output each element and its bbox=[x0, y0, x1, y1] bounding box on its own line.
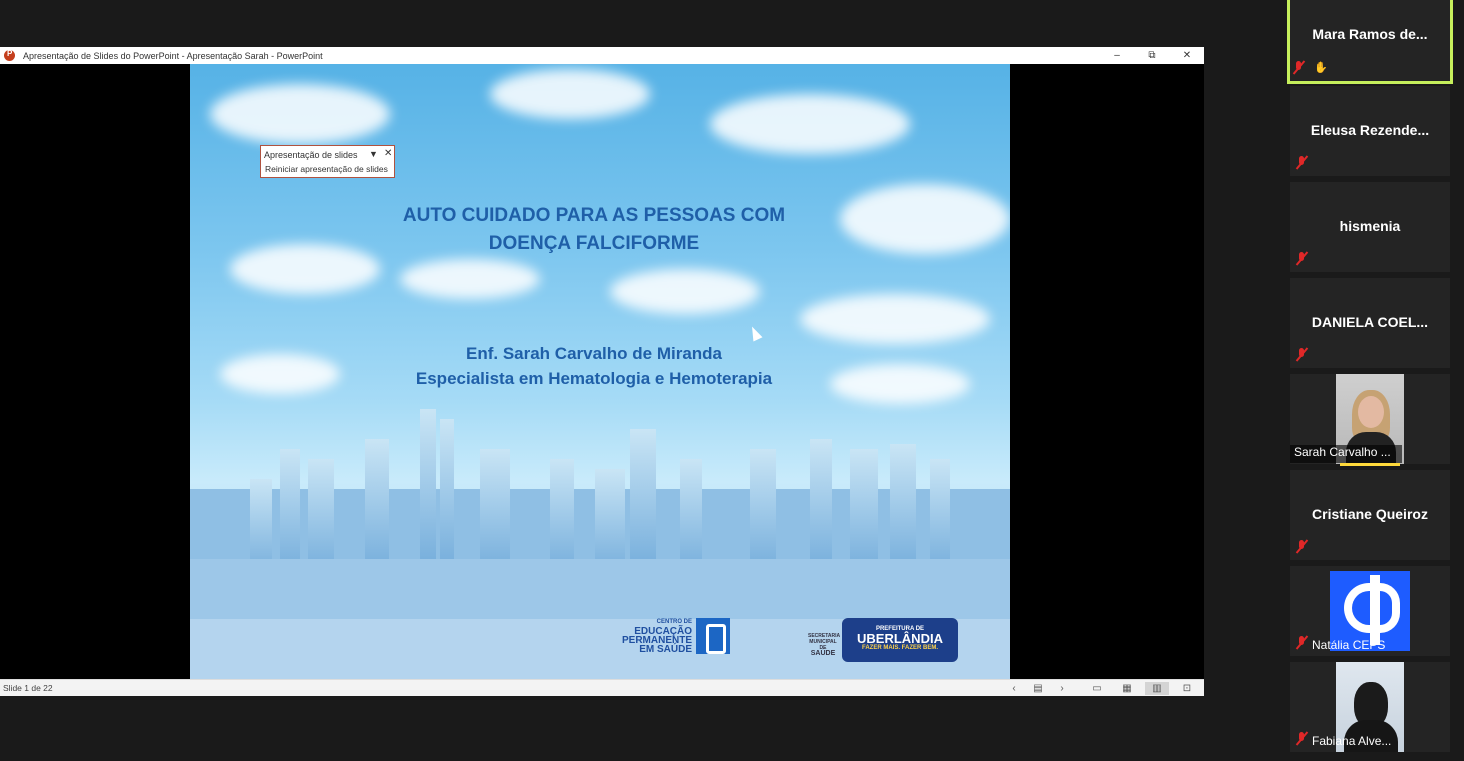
mic-muted-icon bbox=[1295, 540, 1309, 554]
participant-name: Eleusa Rezende... bbox=[1310, 122, 1430, 138]
slideshow-dropdown-value: Apresentação de slides bbox=[264, 150, 358, 160]
mic-muted-icon bbox=[1295, 636, 1309, 650]
participant-name: DANIELA COEL... bbox=[1311, 314, 1429, 330]
speaking-indicator bbox=[1340, 463, 1400, 466]
participant-tile[interactable]: Natália CEPS bbox=[1290, 566, 1450, 656]
restart-slideshow-option[interactable]: Reiniciar apresentação de slides bbox=[265, 164, 388, 174]
mic-muted-icon bbox=[1295, 732, 1309, 746]
window-title: Apresentação de Slides do PowerPoint - A… bbox=[23, 50, 323, 61]
powerpoint-icon bbox=[4, 49, 15, 61]
cloud bbox=[710, 94, 910, 154]
author-name: Enf. Sarah Carvalho de Miranda bbox=[465, 344, 722, 363]
prefeitura-logo-text: UBERLÂNDIA bbox=[857, 631, 943, 646]
mic-muted-icon bbox=[1295, 156, 1309, 170]
participant-name: Sarah Carvalho ... bbox=[1294, 445, 1391, 459]
ceps-logo: CENTRO DE EDUCAÇÃO PERMANENTE EM SAÚDE bbox=[622, 616, 738, 656]
mic-muted-icon bbox=[1295, 348, 1309, 362]
screen: Apresentação de Slides do PowerPoint - A… bbox=[0, 0, 1464, 761]
powerpoint-status-bar: Slide 1 de 22 ‹ ▤ › ▭ ▦ ▥ ⊡ bbox=[0, 679, 1204, 696]
slide-title: AUTO CUIDADO PARA AS PESSOAS COM DOENÇA … bbox=[190, 202, 998, 258]
cloud bbox=[610, 269, 760, 314]
close-icon[interactable]: ✕ bbox=[384, 148, 392, 159]
author-specialty: Especialista em Hematologia e Hemoterapi… bbox=[415, 369, 773, 388]
reading-view-icon[interactable]: ▥ bbox=[1145, 682, 1169, 695]
slide-author: Enf. Sarah Carvalho de Miranda Especiali… bbox=[190, 341, 998, 391]
powerpoint-titlebar: Apresentação de Slides do PowerPoint - A… bbox=[0, 47, 1204, 64]
prefeitura-uberlandia-logo: PREFEITURA DE UBERLÂNDIA FAZER MAIS. FAZ… bbox=[842, 618, 958, 662]
normal-view-icon[interactable]: ▭ bbox=[1085, 682, 1109, 695]
ceps-logo-mark bbox=[696, 618, 731, 654]
slide-menu-icon[interactable]: ▤ bbox=[1026, 682, 1050, 695]
cloud bbox=[800, 294, 990, 344]
mic-muted-icon bbox=[1292, 61, 1306, 75]
slideshow-popup: Apresentação de slides ▼ ✕ Reiniciar apr… bbox=[260, 145, 395, 178]
previous-slide-icon[interactable]: ‹ bbox=[1002, 682, 1026, 695]
participant-tile[interactable]: Cristiane Queiroz bbox=[1290, 470, 1450, 560]
cloud bbox=[210, 84, 390, 144]
restore-button[interactable]: ⧉ bbox=[1135, 47, 1169, 64]
participant-tile[interactable]: Mara Ramos de... ✋ bbox=[1287, 0, 1453, 84]
participant-name: Mara Ramos de... bbox=[1312, 26, 1428, 42]
raised-hand-icon: ✋ bbox=[1314, 62, 1328, 74]
participant-name: Cristiane Queiroz bbox=[1312, 506, 1428, 522]
slide-title-line: AUTO CUIDADO PARA AS PESSOAS COM bbox=[402, 205, 786, 226]
slideshow-view-icon[interactable]: ⊡ bbox=[1175, 682, 1199, 695]
slide-title-line: DOENÇA FALCIFORME bbox=[488, 233, 700, 254]
participant-tile[interactable]: Eleusa Rezende... bbox=[1290, 86, 1450, 176]
slideshow-dropdown[interactable]: Apresentação de slides bbox=[264, 149, 377, 161]
participant-tile[interactable]: Fabiana Alve... bbox=[1290, 662, 1450, 752]
ceps-logo-text: EM SAÚDE bbox=[639, 644, 693, 655]
cloud bbox=[400, 259, 540, 299]
close-button[interactable]: ✕ bbox=[1170, 47, 1204, 64]
slide-counter: Slide 1 de 22 bbox=[3, 683, 53, 693]
participant-tile[interactable]: Sarah Carvalho ... bbox=[1290, 374, 1450, 466]
participant-tile[interactable]: DANIELA COEL... bbox=[1290, 278, 1450, 368]
dropdown-arrow-icon[interactable]: ▼ bbox=[369, 149, 378, 159]
participant-name: Natália CEPS bbox=[1312, 638, 1386, 652]
secretaria-saude-logo: SECRETARIA MUNICIPAL DE SAÚDE bbox=[808, 633, 840, 657]
slide-sorter-icon[interactable]: ▦ bbox=[1115, 682, 1139, 695]
cloud bbox=[490, 69, 650, 119]
minimize-button[interactable]: – bbox=[1100, 47, 1134, 64]
participant-name: Fabiana Alve... bbox=[1312, 734, 1392, 748]
participant-tile[interactable]: hismenia bbox=[1290, 182, 1450, 272]
participant-name: hismenia bbox=[1339, 218, 1401, 234]
mic-muted-icon bbox=[1295, 252, 1309, 266]
next-slide-icon[interactable]: › bbox=[1050, 682, 1074, 695]
secretaria-logo-text: SAÚDE bbox=[810, 650, 836, 657]
